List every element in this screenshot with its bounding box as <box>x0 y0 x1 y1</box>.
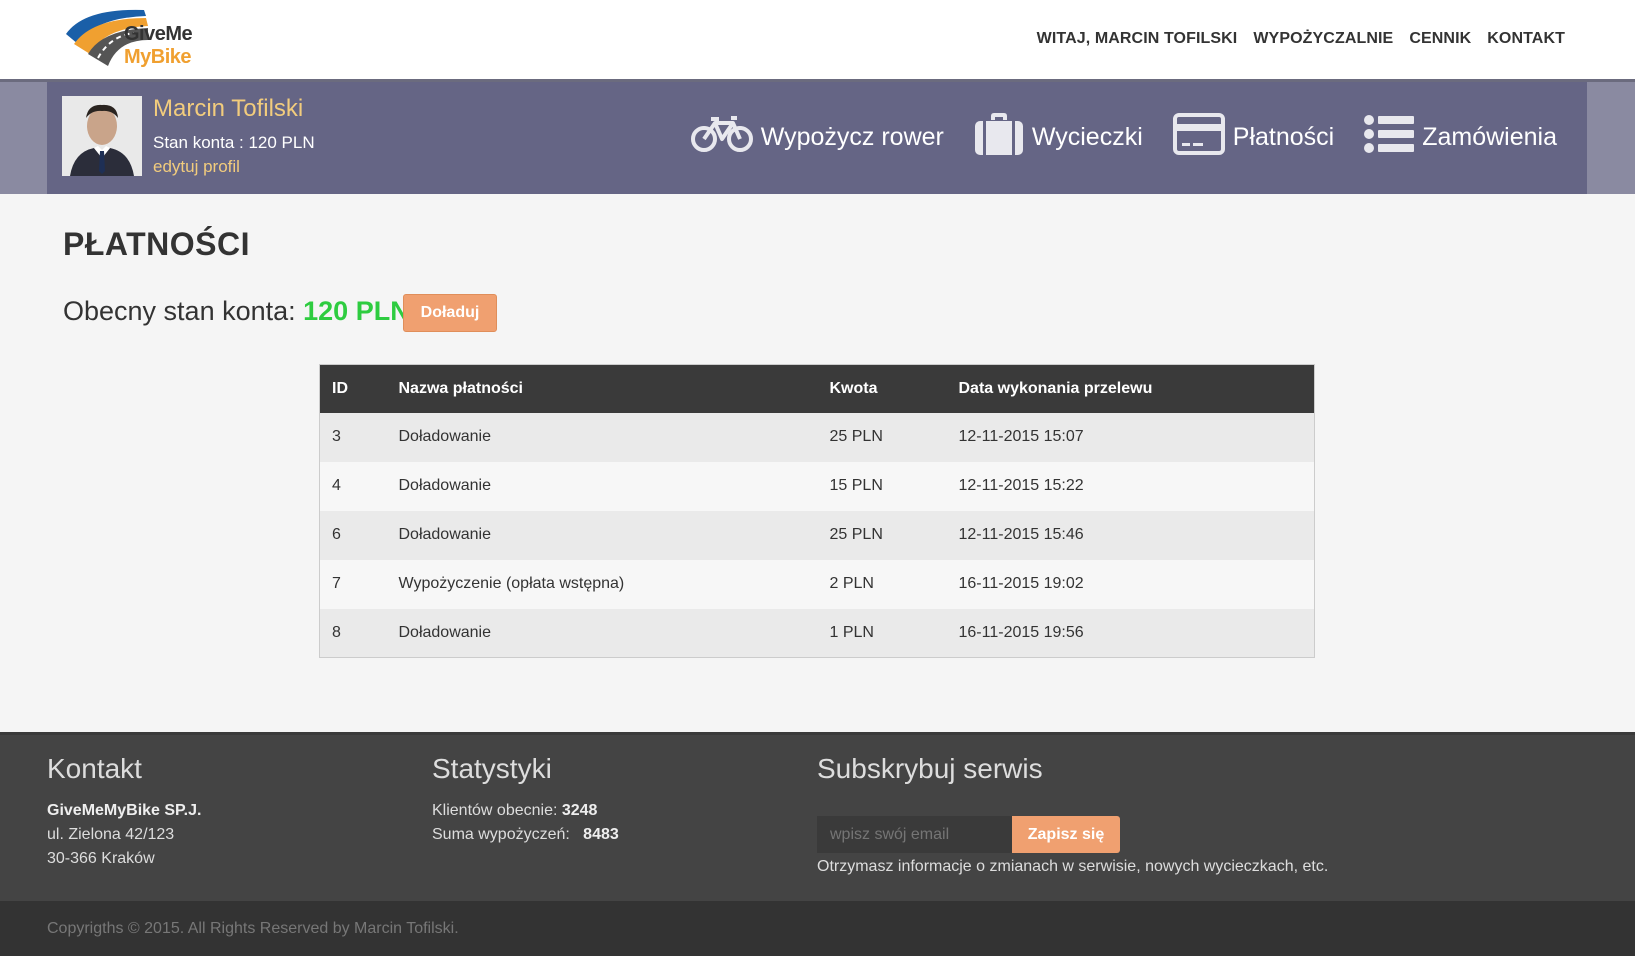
action-payments-label: Płatności <box>1232 123 1335 151</box>
current-balance-label: Obecny stan konta: <box>63 296 304 326</box>
action-orders[interactable]: Zamówienia <box>1364 115 1557 160</box>
company-street: ul. Zielona 42/123 <box>47 826 175 843</box>
table-row: 6 Doładowanie 25 PLN 12-11-2015 15:46 <box>319 510 1315 560</box>
cell-id: 7 <box>319 559 387 609</box>
column-header-amount: Kwota <box>817 364 947 413</box>
rentals-label: Suma wypożyczeń: <box>432 826 575 843</box>
list-icon <box>1364 115 1415 160</box>
cell-name: Doładowanie <box>386 510 818 560</box>
page-title: PŁATNOŚCI <box>63 226 251 262</box>
cell-amount: 15 PLN <box>817 461 947 511</box>
cell-name: Wypożyczenie (opłata wstępna) <box>386 559 818 609</box>
cell-id: 8 <box>319 608 387 658</box>
table-header-row: ID Nazwa płatności Kwota Data wykonania … <box>319 364 1315 413</box>
credit-card-icon <box>1172 113 1225 162</box>
profile-name: Marcin Tofilski <box>153 95 304 122</box>
profile-panel: Marcin Tofilski Stan konta : 120 PLN edy… <box>47 82 1587 194</box>
payments-table: ID Nazwa płatności Kwota Data wykonania … <box>319 364 1315 658</box>
table-row: 3 Doładowanie 25 PLN 12-11-2015 15:07 <box>319 412 1315 462</box>
copyright-text: Copyrigths © 2015. All Rights Reserved b… <box>47 920 459 937</box>
nav-link-pricing[interactable]: CENNIK <box>1409 30 1471 48</box>
footer-stats: Statystyki Klientów obecnie: 3248 Suma w… <box>432 753 619 847</box>
cell-name: Doładowanie <box>386 608 818 658</box>
action-rent-bike[interactable]: Wypożycz rower <box>690 115 944 160</box>
cell-date: 16-11-2015 19:56 <box>946 608 1315 658</box>
footer-stats-title: Statystyki <box>432 753 552 784</box>
rentals-count: 8483 <box>583 826 619 843</box>
cell-date: 16-11-2015 19:02 <box>946 559 1315 609</box>
edit-profile-link[interactable]: edytuj profil <box>153 157 240 177</box>
action-trips-label: Wycieczki <box>1031 123 1143 151</box>
column-header-name: Nazwa płatności <box>386 364 818 413</box>
company-city: 30-366 Kraków <box>47 850 155 867</box>
cell-id: 6 <box>319 510 387 560</box>
cell-amount: 25 PLN <box>817 510 947 560</box>
email-field[interactable] <box>817 816 1012 853</box>
cell-name: Doładowanie <box>386 412 818 462</box>
action-trips[interactable]: Wycieczki <box>974 112 1143 163</box>
table-row: 8 Doładowanie 1 PLN 16-11-2015 19:56 <box>319 608 1315 658</box>
action-orders-label: Zamówienia <box>1422 123 1557 151</box>
action-payments[interactable]: Płatności <box>1172 113 1335 162</box>
current-balance-amount: 120 PLN <box>303 296 410 326</box>
avatar <box>62 96 142 176</box>
cell-id: 4 <box>319 461 387 511</box>
cell-date: 12-11-2015 15:22 <box>946 461 1315 511</box>
cell-id: 3 <box>319 412 387 462</box>
footer-contact-title: Kontakt <box>47 753 142 784</box>
logo-text-giveme: GiveMe <box>124 23 193 45</box>
subscribe-button[interactable]: Zapisz się <box>1012 816 1120 853</box>
copyright-bar: Copyrigths © 2015. All Rights Reserved b… <box>0 901 1635 956</box>
logo-text-mybike: MyBike <box>124 46 192 68</box>
nav-link-contact[interactable]: KONTAKT <box>1487 30 1565 48</box>
bicycle-icon <box>690 115 753 160</box>
company-name: GiveMeMyBike SP.J. <box>47 802 202 819</box>
footer: Kontakt GiveMeMyBike SP.J. ul. Zielona 4… <box>0 732 1635 901</box>
footer-subscribe-title: Subskrybuj serwis <box>817 753 1043 784</box>
action-menu: Wypożycz rower Wycieczki Płatności Zamów… <box>690 112 1557 163</box>
cell-amount: 1 PLN <box>817 608 947 658</box>
table-row: 7 Wypożyczenie (opłata wstępna) 2 PLN 16… <box>319 559 1315 609</box>
current-balance: Obecny stan konta: 120 PLN <box>63 296 410 327</box>
subscribe-note: Otrzymasz informacje o zmianach w serwis… <box>817 858 1329 875</box>
clients-count: 3248 <box>561 802 598 819</box>
clients-label: Klientów obecnie: <box>432 802 562 819</box>
cell-amount: 2 PLN <box>817 559 947 609</box>
suitcase-icon <box>974 112 1024 163</box>
column-header-date: Data wykonania przelewu <box>946 364 1315 413</box>
action-rent-bike-label: Wypożycz rower <box>760 123 944 151</box>
footer-contact: Kontakt GiveMeMyBike SP.J. ul. Zielona 4… <box>47 753 201 871</box>
profile-balance: Stan konta : 120 PLN <box>153 133 315 152</box>
column-header-id: ID <box>319 364 387 413</box>
nav-link-rentals[interactable]: WYPOŻYCZALNIE <box>1253 30 1393 48</box>
footer-subscribe: Subskrybuj serwis Zapisz się Otrzymasz i… <box>817 753 1377 893</box>
cell-amount: 25 PLN <box>817 412 947 462</box>
logo[interactable]: GiveMe MyBike <box>64 6 194 72</box>
top-up-button[interactable]: Doładuj <box>403 294 497 332</box>
nav-greeting-link[interactable]: WITAJ, MARCIN TOFILSKI <box>1037 30 1238 48</box>
main-content: PŁATNOŚCI Obecny stan konta: 120 PLN Doł… <box>0 194 1635 732</box>
cell-date: 12-11-2015 15:46 <box>946 510 1315 560</box>
profile-band: Marcin Tofilski Stan konta : 120 PLN edy… <box>0 79 1635 194</box>
main-menu: WITAJ, MARCIN TOFILSKI WYPOŻYCZALNIE CEN… <box>1037 30 1565 48</box>
cell-name: Doładowanie <box>386 461 818 511</box>
top-navbar: GiveMe MyBike WITAJ, MARCIN TOFILSKI WYP… <box>0 0 1635 79</box>
cell-date: 12-11-2015 15:07 <box>946 412 1315 462</box>
table-row: 4 Doładowanie 15 PLN 12-11-2015 15:22 <box>319 461 1315 511</box>
